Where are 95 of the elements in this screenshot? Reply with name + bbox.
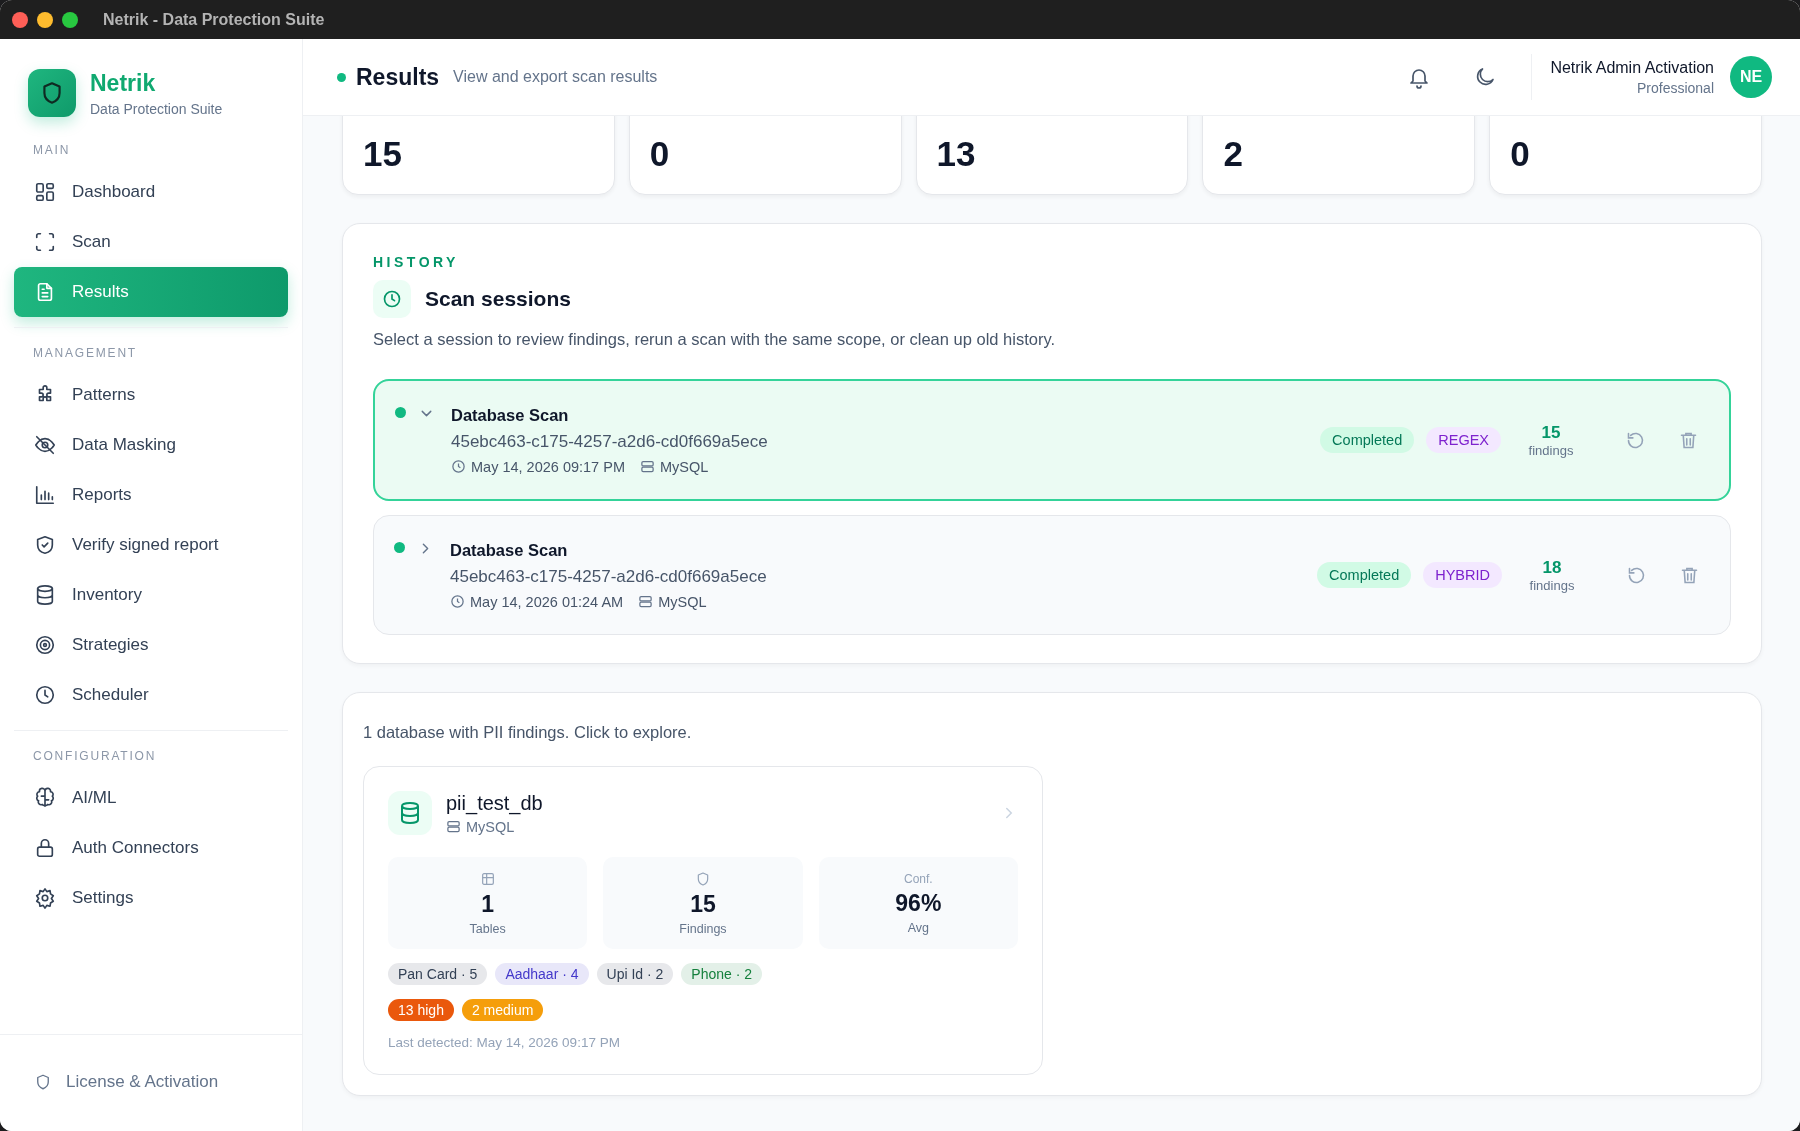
- nav-item[interactable]: Verify signed report: [14, 520, 288, 570]
- database-summary: 1 database with PII findings. Click to explore.: [363, 723, 693, 742]
- shield-check-icon: [34, 534, 56, 556]
- metric-label: Tables: [469, 921, 506, 936]
- server-icon: [639, 459, 655, 474]
- metric-value: 96%: [895, 889, 942, 917]
- last-detected: Last detected: May 14, 2026 09:17 PM: [388, 1035, 621, 1050]
- findings-label: findings: [1529, 577, 1575, 593]
- panel-title: Scan sessions: [425, 287, 571, 311]
- status-badge: Completed: [1317, 562, 1412, 588]
- session-id: 45ebc463-c175-4257-a2d6-cd0f669a5ece: [450, 566, 768, 587]
- session-source: MySQL: [659, 458, 709, 475]
- scan-frame-icon: [34, 231, 56, 253]
- clock-icon: [451, 459, 466, 474]
- metric-label: Avg: [907, 920, 929, 935]
- section-eyebrow: HISTORY: [373, 254, 460, 270]
- section-heading: MANAGEMENT: [32, 346, 138, 362]
- nav-item[interactable]: Reports: [14, 470, 288, 520]
- severity-badge: 13 high: [388, 999, 454, 1021]
- stat-value: 0: [1510, 134, 1530, 174]
- findings-count: 15: [1541, 422, 1561, 443]
- stat-value: 15: [363, 134, 402, 174]
- status-dot: [337, 72, 346, 82]
- user-plan: Professional: [1636, 79, 1714, 96]
- section-heading: CONFIGURATION: [32, 749, 158, 765]
- minimize-window-button[interactable]: [37, 11, 53, 28]
- clock-icon: [373, 280, 411, 318]
- nav-item[interactable]: Auth Connectors: [14, 823, 288, 873]
- nav-item[interactable]: Scan: [14, 217, 288, 267]
- bar-chart-icon: [34, 484, 56, 506]
- metric-label: Findings: [679, 921, 727, 936]
- brain-icon: [34, 787, 56, 809]
- method-badge: HYBRID: [1423, 562, 1502, 588]
- database-source: MySQL: [466, 818, 515, 835]
- database-name: pii_test_db: [446, 791, 543, 815]
- session-id: 45ebc463-c175-4257-a2d6-cd0f669a5ece: [451, 431, 769, 452]
- app-subtitle: Data Protection Suite: [90, 100, 223, 117]
- metric-value: 15: [690, 890, 716, 918]
- session-row[interactable]: Database Scan 45ebc463-c175-4257-a2d6-cd0f669a5ece May 14, 2026 01:24 AM MySQL Completed HYBRID 18 findings: [373, 515, 1731, 635]
- user-name: Netrik Admin Activation: [1550, 58, 1714, 77]
- severity-badge: 2 medium: [461, 999, 544, 1021]
- stat-value: 13: [936, 134, 976, 174]
- nav-item[interactable]: Data Masking: [14, 420, 288, 470]
- page-subtitle: View and export scan results: [453, 68, 658, 86]
- findings-count: 18: [1542, 557, 1562, 578]
- clock-icon: [34, 684, 56, 706]
- metric-value: 1: [481, 890, 495, 918]
- nav-item[interactable]: Strategies: [14, 620, 288, 670]
- panel-description: Select a session to review findings, rerun a scan with the same scope, or clean up old history.: [373, 330, 1057, 349]
- lock-icon: [34, 837, 56, 859]
- app-name: Netrik: [90, 69, 157, 97]
- database-icon: [34, 584, 56, 606]
- pii-type-tag: Aadhaar · 4: [495, 963, 589, 985]
- session-date: May 14, 2026 09:17 PM: [471, 458, 625, 475]
- metric-caption: Conf.: [903, 871, 933, 886]
- pii-type-tag: Upi Id · 2: [596, 963, 674, 985]
- nav-item[interactable]: Patterns: [14, 370, 288, 420]
- shield-icon: [34, 1073, 52, 1091]
- table-icon: [479, 870, 496, 887]
- status-badge: Completed: [1320, 427, 1415, 453]
- shield-logo-icon: [28, 69, 76, 117]
- window-title: Netrik - Data Protection Suite: [103, 10, 325, 29]
- eye-off-icon: [34, 434, 56, 456]
- clock-icon: [450, 594, 465, 609]
- method-badge: REGEX: [1426, 427, 1501, 453]
- nav-item[interactable]: Settings: [14, 873, 288, 923]
- nav-item[interactable]: Scheduler: [14, 670, 288, 720]
- zoom-window-button[interactable]: [62, 11, 78, 28]
- session-date: May 14, 2026 01:24 AM: [470, 593, 624, 610]
- session-name: Database Scan: [450, 540, 569, 560]
- findings-label: findings: [1528, 442, 1574, 458]
- session-name: Database Scan: [451, 405, 570, 425]
- target-icon: [34, 634, 56, 656]
- status-dot: [395, 407, 406, 418]
- pii-type-tag: Pan Card · 5: [388, 963, 488, 985]
- session-source: MySQL: [658, 593, 707, 610]
- stat-value: 2: [1223, 134, 1243, 174]
- database-card[interactable]: pii_test_db MySQL 1 Tables 15 Findings Conf. 96% Avg Pan Card · 5 Aadhaar · 4 Upi Id · 2 Phone · 2 13 high 2 medium Last detected: May 14, 2026 09:17 PM: [363, 766, 1043, 1075]
- section-heading: MAIN: [32, 143, 72, 159]
- close-window-button[interactable]: [12, 11, 28, 28]
- settings-icon: [34, 887, 56, 909]
- pii-type-tag: Phone · 2: [681, 963, 763, 985]
- server-icon: [638, 594, 654, 609]
- nav-item[interactable]: Dashboard: [14, 167, 288, 217]
- database-icon: [388, 791, 432, 835]
- stat-value: 0: [649, 134, 670, 174]
- server-icon: [446, 819, 461, 834]
- shield-icon: [695, 870, 711, 887]
- dashboard-grid-icon: [34, 181, 56, 203]
- nav-item[interactable]: Inventory: [14, 570, 288, 620]
- license-link[interactable]: License & Activation: [14, 1057, 288, 1107]
- page-title: Results: [356, 63, 440, 91]
- session-row[interactable]: Database Scan 45ebc463-c175-4257-a2d6-cd0f669a5ece May 14, 2026 09:17 PM MySQL Completed REGEX 15 findings: [373, 379, 1731, 501]
- status-dot: [394, 542, 405, 553]
- nav-item[interactable]: AI/ML: [14, 773, 288, 823]
